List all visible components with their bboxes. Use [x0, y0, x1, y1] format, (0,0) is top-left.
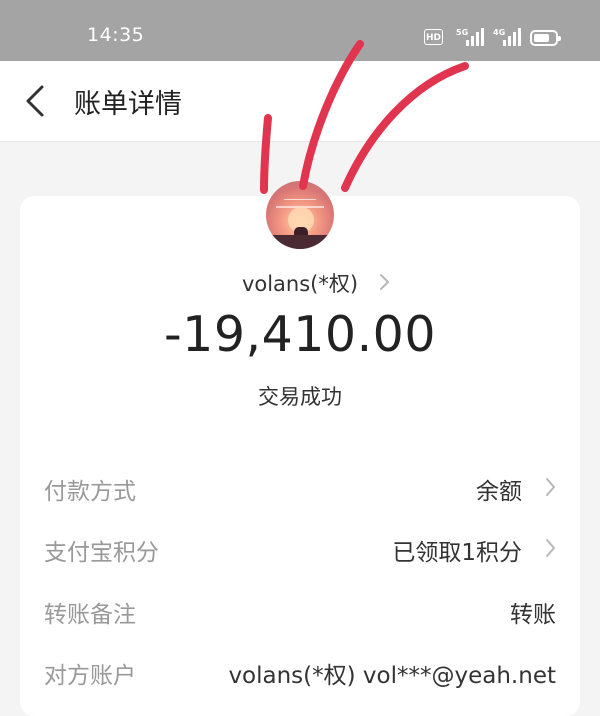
detail-row-alipay-points[interactable]: 支付宝积分 已领取1积分 — [20, 527, 580, 567]
page-title: 账单详情 — [74, 89, 182, 120]
header: 账单详情 — [0, 61, 600, 142]
counterparty-link[interactable]: volans(*权) — [0, 268, 600, 298]
detail-row-payment-method[interactable]: 付款方式 余额 — [20, 466, 580, 506]
chevron-right-icon — [380, 274, 389, 290]
detail-label: 对方账户 — [44, 663, 136, 689]
chevron-left-icon[interactable] — [22, 83, 52, 119]
detail-row-transfer-note: 转账备注 转账 — [20, 589, 580, 629]
detail-label: 付款方式 — [44, 479, 136, 505]
network-type-label: 5G — [456, 28, 469, 37]
avatar[interactable] — [266, 181, 334, 249]
status-bar: 14:35 HD 5G 4G — [0, 0, 600, 61]
detail-value: 已领取1积分 — [392, 540, 522, 566]
battery-icon — [530, 30, 561, 46]
chevron-right-icon — [546, 478, 555, 496]
transaction-status: 交易成功 — [258, 385, 342, 409]
detail-label: 支付宝积分 — [44, 540, 159, 566]
detail-row-counterparty-account: 对方账户 volans(*权) vol***@yeah.net — [20, 650, 580, 690]
signal-5g-icon: 5G — [456, 28, 484, 48]
hd-icon: HD — [424, 29, 443, 45]
signal-4g-icon: 4G — [493, 28, 521, 48]
detail-value: 转账 — [510, 602, 556, 628]
battery-level — [534, 34, 549, 42]
status-time: 14:35 — [87, 24, 145, 46]
detail-label: 转账备注 — [44, 602, 136, 628]
counterparty-name: volans(*权) — [241, 272, 359, 296]
detail-value: volans(*权) vol***@yeah.net — [228, 663, 556, 689]
transaction-amount: -19,410.00 — [163, 306, 437, 363]
chevron-right-icon — [546, 539, 555, 557]
detail-value: 余额 — [476, 479, 522, 505]
network-type-label: 4G — [493, 28, 506, 37]
